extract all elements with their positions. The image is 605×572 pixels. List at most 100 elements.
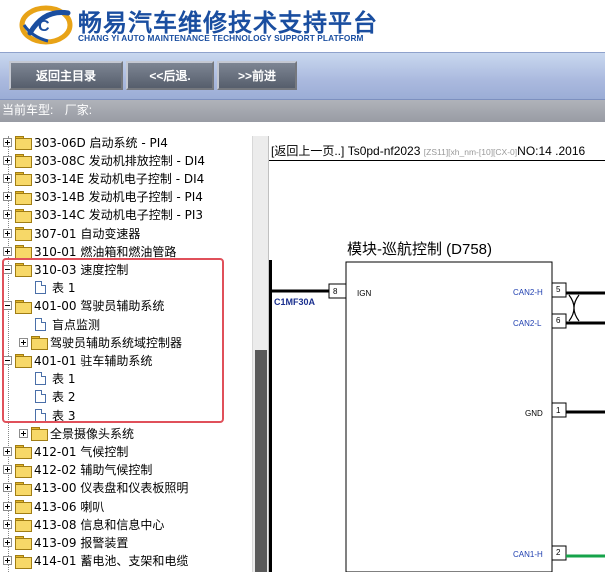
tree-item-label: 303-14C 发动机电子控制 - PI3 xyxy=(34,208,204,223)
tree-doc-item[interactable]: 表 1 xyxy=(19,279,75,297)
tree-item-label: 303-06D 启动系统 - PI4 xyxy=(34,136,168,150)
folder-icon xyxy=(15,554,32,569)
home-button[interactable]: 返回主目录 xyxy=(9,61,123,90)
folder-icon xyxy=(15,172,32,187)
expand-icon[interactable] xyxy=(3,192,12,202)
app-header: C 畅易汽车维修技术支持平台 CHANG YI AUTO MAINTENANCE… xyxy=(0,0,605,52)
tree-item-label: 412-02 辅助气候控制 xyxy=(34,463,153,478)
expand-icon[interactable] xyxy=(19,428,28,438)
tree-folder-item[interactable]: 303-14E 发动机电子控制 - DI4 xyxy=(3,169,204,187)
tree-folder-item[interactable]: 413-09 报警装置 xyxy=(3,533,128,551)
tree-item-label: 414-01 蓄电池、支架和电缆 xyxy=(34,554,189,569)
tree-folder-item[interactable]: 310-03 速度控制 xyxy=(3,260,128,278)
folder-icon xyxy=(15,463,32,478)
tree-item-label: 413-00 仪表盘和仪表板照明 xyxy=(34,481,189,496)
expand-icon[interactable] xyxy=(3,537,12,547)
folder-icon xyxy=(31,336,48,351)
tree-item-label: 413-09 报警装置 xyxy=(34,535,129,550)
collapse-icon[interactable] xyxy=(3,301,12,311)
document-icon xyxy=(35,281,46,295)
tree-folder-item[interactable]: 驾驶员辅助系统域控制器 xyxy=(19,333,182,351)
expand-icon[interactable] xyxy=(3,519,12,529)
tree-folder-item[interactable]: 412-01 气候控制 xyxy=(3,442,128,460)
folder-icon xyxy=(15,299,32,314)
tree-folder-item[interactable]: 303-06D 启动系统 - PI4 xyxy=(3,136,168,151)
collapse-icon[interactable] xyxy=(3,355,12,365)
expand-icon[interactable] xyxy=(3,137,12,147)
tree-folder-item[interactable]: 303-14C 发动机电子控制 - PI3 xyxy=(3,206,203,224)
folder-icon xyxy=(15,536,32,551)
tree-folder-item[interactable]: 307-01 自动变速器 xyxy=(3,224,140,242)
tree-folder-item[interactable]: 414-01 蓄电池、支架和电缆 xyxy=(3,552,188,570)
app-subtitle: CHANG YI AUTO MAINTENANCE TECHNOLOGY SUP… xyxy=(78,33,364,43)
tree-folder-item[interactable]: 310-01 燃油箱和燃油管路 xyxy=(3,242,176,260)
pin-number-5: 5 xyxy=(556,285,561,294)
connector-label: C1MF30A xyxy=(274,297,316,307)
expand-icon[interactable] xyxy=(3,501,12,511)
tree-item-label: 401-00 驾驶员辅助系统 xyxy=(34,299,165,314)
tree-folder-item[interactable]: 303-14B 发动机电子控制 - PI4 xyxy=(3,188,203,206)
folder-icon xyxy=(15,154,32,169)
tree-folder-item[interactable]: 全景摄像头系统 xyxy=(19,424,134,442)
tree-item-label: 表 2 xyxy=(52,390,76,405)
pin-label-ign: IGN xyxy=(357,289,371,298)
folder-icon xyxy=(15,481,32,496)
scrollbar-thumb[interactable] xyxy=(255,350,267,572)
back-button[interactable]: <<后退. xyxy=(126,61,214,90)
svg-text:C: C xyxy=(38,18,50,35)
left-rail xyxy=(269,260,272,572)
expand-icon[interactable] xyxy=(3,155,12,165)
tree-item-label: 全景摄像头系统 xyxy=(50,426,135,441)
expand-icon[interactable] xyxy=(3,446,12,456)
tree-folder-item[interactable]: 413-06 喇叭 xyxy=(3,497,104,515)
document-icon xyxy=(35,372,46,386)
current-model-label: 当前车型: xyxy=(2,103,54,117)
folder-icon xyxy=(15,518,32,533)
maker-label: 厂家: xyxy=(64,103,93,117)
folder-icon xyxy=(15,354,32,369)
expand-icon[interactable] xyxy=(3,173,12,183)
expand-icon[interactable] xyxy=(3,210,12,220)
pin-number-1: 1 xyxy=(556,406,561,415)
folder-icon xyxy=(15,245,32,260)
panel-scrollbar[interactable] xyxy=(252,136,268,572)
document-icon xyxy=(35,317,46,331)
folder-icon xyxy=(31,427,48,442)
expand-icon[interactable] xyxy=(3,556,12,566)
tree-folder-item[interactable]: 413-08 信息和信息中心 xyxy=(3,515,164,533)
tree-item-label: 303-08C 发动机排放控制 - DI4 xyxy=(34,153,206,168)
tree-item-label: 413-06 喇叭 xyxy=(34,499,105,514)
expand-icon[interactable] xyxy=(3,465,12,475)
document-icon xyxy=(35,408,46,422)
tree-doc-item[interactable]: 盲点监测 xyxy=(19,315,100,333)
document-icon xyxy=(35,390,46,404)
tree-item-label: 表 1 xyxy=(52,281,76,296)
expand-icon[interactable] xyxy=(3,228,12,238)
folder-icon xyxy=(15,227,32,241)
twisted-pair-marker xyxy=(568,294,580,322)
tree-item-label: 310-03 速度控制 xyxy=(34,262,129,277)
tree-folder-item[interactable]: 413-00 仪表盘和仪表板照明 xyxy=(3,479,188,497)
forward-button[interactable]: >>前进 xyxy=(217,61,297,90)
tree-item-label: 303-14B 发动机电子控制 - PI4 xyxy=(34,190,203,205)
expand-icon[interactable] xyxy=(3,483,12,493)
tree-item-label: 401-01 驻车辅助系统 xyxy=(34,353,153,368)
expand-icon[interactable] xyxy=(19,337,28,347)
tree-folder-item[interactable]: 303-08C 发动机排放控制 - DI4 xyxy=(3,151,205,169)
tree-doc-item[interactable]: 表 3 xyxy=(19,406,75,424)
collapse-icon[interactable] xyxy=(3,264,12,274)
folder-icon xyxy=(15,500,32,514)
spacer xyxy=(0,122,605,136)
tree-doc-item[interactable]: 表 2 xyxy=(19,388,75,406)
module-box xyxy=(345,261,553,572)
expand-icon[interactable] xyxy=(3,246,12,256)
logo-icon: C xyxy=(19,5,73,45)
pin-label-can1h: CAN1-H xyxy=(513,550,543,559)
tree-item-label: 310-01 燃油箱和燃油管路 xyxy=(34,244,177,259)
tree-doc-item[interactable]: 表 1 xyxy=(19,370,75,388)
tree-folder-item[interactable]: 401-00 驾驶员辅助系统 xyxy=(3,297,164,315)
tree-folder-item[interactable]: 401-01 驻车辅助系统 xyxy=(3,351,152,369)
toolbar: 返回主目录 <<后退. >>前进 xyxy=(0,52,605,100)
tree-folder-item[interactable]: 412-02 辅助气候控制 xyxy=(3,461,152,479)
wiring-document: [返回上一页..] Ts0pd-nf2023 [ZS11][xh_nm-[10]… xyxy=(268,136,605,572)
